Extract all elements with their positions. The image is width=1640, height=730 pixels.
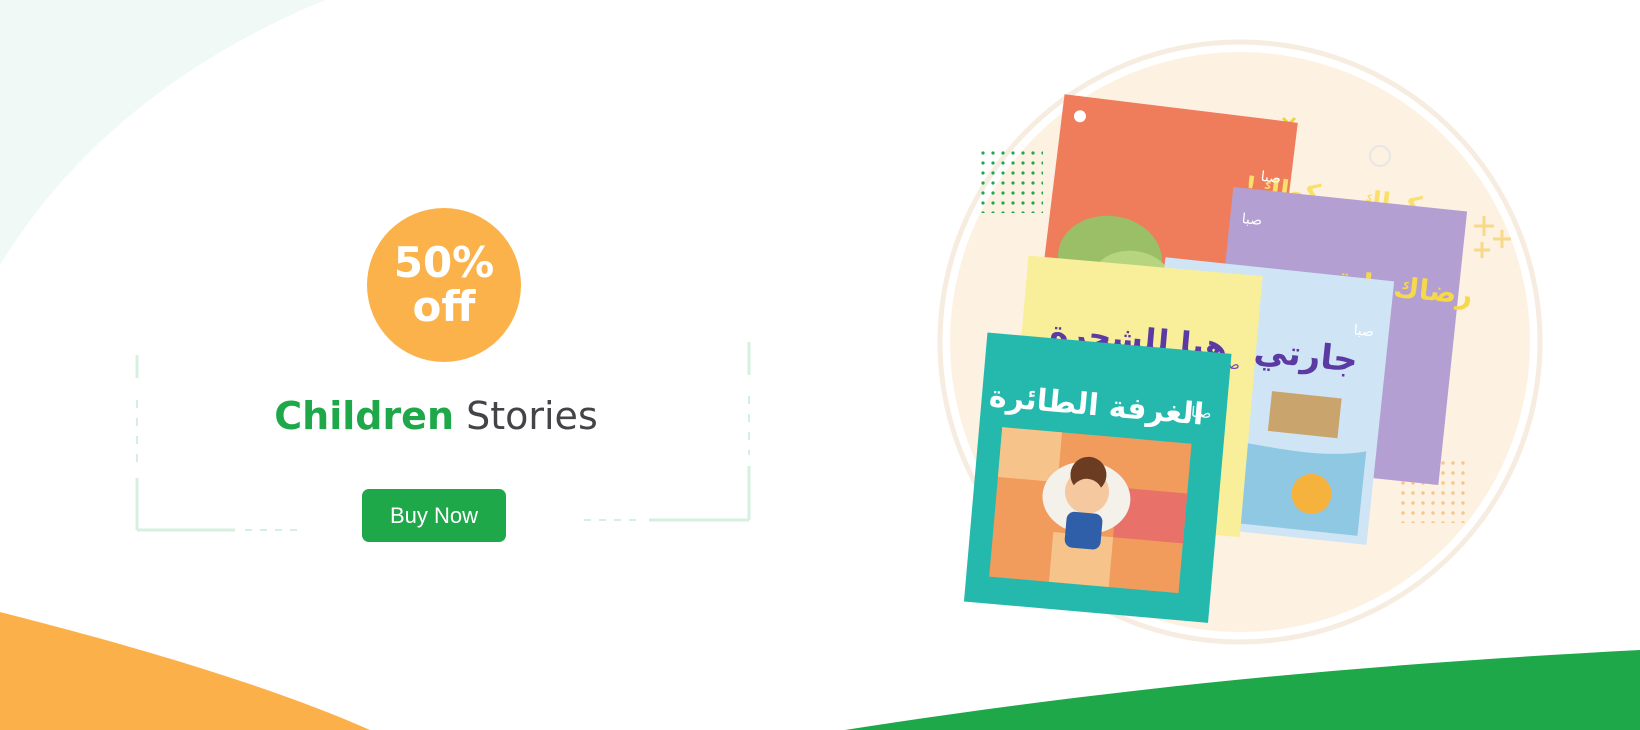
book-cover-5: الغرفة الطائرة صبا	[963, 332, 1232, 623]
bottom-right-green-shape	[845, 650, 1640, 730]
discount-suffix: off	[412, 282, 476, 331]
books-illustration: كواك .. كواك! صبا رضاك يا قمر صبا جارتي …	[937, 39, 1543, 645]
book-series-5: صبا	[1190, 404, 1212, 422]
discount-value: 50%	[393, 237, 495, 287]
top-left-wave	[0, 0, 325, 265]
book-series-2: صبا	[1241, 210, 1263, 228]
book-series-1: صبا	[1260, 168, 1282, 186]
dot-grid-icon	[975, 145, 1043, 213]
book-series-3: صبا	[1353, 321, 1375, 339]
discount-badge: 50% off	[367, 208, 521, 362]
heading-accent: Children	[274, 394, 455, 438]
buy-now-button[interactable]: Buy Now	[362, 489, 506, 542]
bottom-left-orange-shape	[0, 612, 370, 730]
promo-heading: Children Stories	[136, 392, 736, 440]
heading-rest: Stories	[466, 394, 598, 438]
